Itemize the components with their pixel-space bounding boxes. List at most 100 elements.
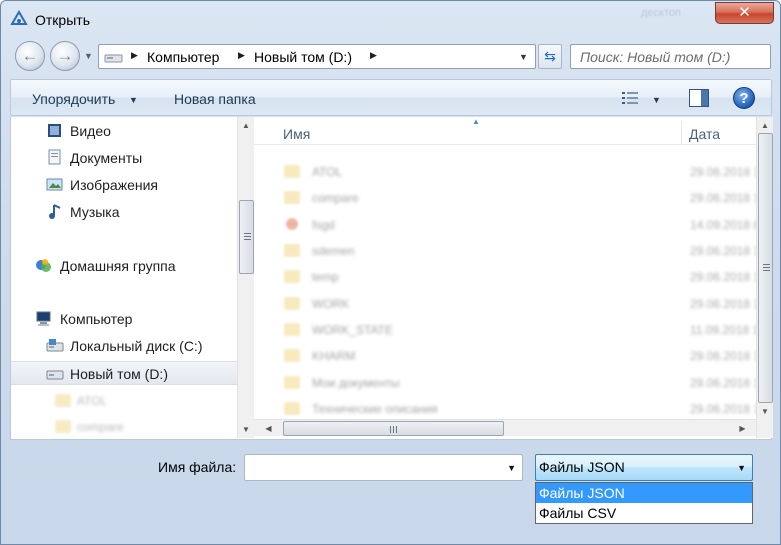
folder-icon <box>55 420 71 433</box>
recent-pages-dropdown-icon[interactable]: ▼ <box>84 51 93 61</box>
file-icon <box>286 218 298 230</box>
file-row[interactable]: fsgd 14.09.2018 8 <box>254 212 760 238</box>
background-window-title: десктоп <box>641 7 681 19</box>
window-title: Открыть <box>35 12 90 28</box>
nav-item-pictures[interactable]: Изображения <box>11 173 237 197</box>
computer-icon <box>104 54 123 63</box>
filename-label: Имя файла: <box>158 459 237 475</box>
search-input[interactable]: Поиск: Новый том (D:) <box>570 44 771 69</box>
nav-item-label: Компьютер <box>60 311 133 327</box>
folder-icon <box>284 191 300 204</box>
nav-item-label: Документы <box>70 150 143 166</box>
filetype-select[interactable]: Файлы JSON ▼ <box>535 454 753 481</box>
file-row[interactable]: ATOL 29.06.2018 1 <box>254 159 760 185</box>
file-name: Технические описания <box>312 402 438 416</box>
file-list-scrollbar[interactable]: ▲ ▼ <box>756 117 773 438</box>
nav-item-drive-d[interactable]: Новый том (D:) <box>11 361 237 385</box>
scrollbar-thumb[interactable] <box>283 421 504 436</box>
file-row[interactable]: compare 29.06.2018 1 <box>254 185 760 211</box>
column-divider[interactable] <box>681 121 682 145</box>
file-name: compare <box>312 191 359 205</box>
documents-library-icon <box>48 149 61 165</box>
column-name-header[interactable]: Имя <box>283 126 310 142</box>
folder-icon <box>284 402 300 415</box>
scroll-right-icon[interactable]: ▶ <box>734 420 751 437</box>
open-file-dialog: Открыть десктоп ✕ ← → ▼ ▶ Компьютер ▶ Но… <box>0 0 781 545</box>
horizontal-scrollbar[interactable]: ◀ ▶ <box>254 419 756 436</box>
scroll-left-icon[interactable]: ◀ <box>260 420 277 437</box>
file-date: 29.06.2018 1 <box>690 244 761 258</box>
refresh-button[interactable]: ⇆ <box>538 44 562 69</box>
nav-item-documents[interactable]: Документы <box>11 146 237 170</box>
scroll-up-icon[interactable]: ▲ <box>238 117 254 134</box>
file-row[interactable]: sdemen 29.06.2018 1 <box>254 238 760 264</box>
scroll-down-icon[interactable]: ▼ <box>238 421 254 438</box>
address-history-dropdown-icon[interactable]: ▼ <box>519 52 528 62</box>
command-bar: Упорядочить ▼ Новая папка ▼ ? <box>10 79 772 116</box>
filetype-dropdown-list: Файлы JSON Файлы CSV <box>535 482 753 524</box>
sort-ascending-icon: ▲ <box>472 117 480 126</box>
app-icon <box>10 10 28 25</box>
new-folder-button[interactable]: Новая папка <box>174 91 256 107</box>
file-name: ATOL <box>312 165 343 179</box>
file-row[interactable]: Мои документы 29.06.2018 1 <box>254 370 760 396</box>
column-date-header[interactable]: Дата <box>689 126 720 142</box>
back-button[interactable]: ← <box>15 41 45 71</box>
file-date: 29.06.2018 1 <box>690 297 761 311</box>
scrollbar-thumb[interactable] <box>758 133 773 403</box>
file-date: 29.06.2018 1 <box>690 402 761 416</box>
drive-icon <box>46 339 64 352</box>
arrow-right-icon: → <box>56 46 74 65</box>
view-options-dropdown-icon[interactable]: ▼ <box>652 95 661 105</box>
nav-item-video[interactable]: Видео <box>11 119 237 143</box>
file-date: 29.06.2018 1 <box>690 191 761 205</box>
filename-history-dropdown-icon[interactable]: ▼ <box>507 463 516 473</box>
close-button[interactable]: ✕ <box>715 2 774 24</box>
video-library-icon <box>48 124 61 137</box>
folder-icon <box>284 165 300 178</box>
column-header: Имя ▲ Дата <box>254 117 756 145</box>
file-row[interactable]: WORK_STATE 11.09.2018 1 <box>254 317 759 343</box>
nav-item-label: Музыка <box>70 204 120 220</box>
navigation-pane: Видео Документы Изображения Музыка Домаш… <box>11 117 237 440</box>
scroll-up-icon[interactable]: ▲ <box>757 117 773 134</box>
address-bar[interactable]: ▶ Компьютер ▶ Новый том (D:) ▶ ▼ <box>98 44 536 69</box>
forward-button[interactable]: → <box>50 41 80 71</box>
file-row[interactable]: WORK 29.06.2018 1 <box>254 291 760 317</box>
folder-icon <box>55 394 71 407</box>
breadcrumb-separator-icon[interactable]: ▶ <box>238 50 245 61</box>
folder-icon <box>284 270 300 283</box>
navigation-scrollbar[interactable]: ▲ ▼ <box>237 117 254 438</box>
scrollbar-thumb[interactable] <box>239 200 254 274</box>
breadcrumb-drive-d[interactable]: Новый том (D:) <box>254 49 352 65</box>
nav-item-music[interactable]: Музыка <box>11 200 237 224</box>
folder-icon <box>284 244 300 257</box>
scroll-down-icon[interactable]: ▼ <box>757 403 773 420</box>
nav-item-computer[interactable]: Компьютер <box>11 307 237 331</box>
help-icon[interactable]: ? <box>733 87 755 109</box>
nav-item-label: Локальный диск (C:) <box>70 338 203 354</box>
breadcrumb-separator-icon[interactable]: ▶ <box>370 50 377 61</box>
organize-button[interactable]: Упорядочить <box>32 91 115 107</box>
nav-item-homegroup[interactable]: Домашняя группа <box>11 254 237 278</box>
change-view-icon[interactable] <box>621 90 639 106</box>
organize-dropdown-icon[interactable]: ▼ <box>129 95 138 105</box>
preview-pane-icon[interactable] <box>689 89 709 107</box>
refresh-icon: ⇆ <box>544 48 556 64</box>
nav-item-label: Новый том (D:) <box>70 366 168 382</box>
arrow-left-icon: ← <box>21 46 39 65</box>
filename-combobox[interactable]: ▼ <box>244 454 523 481</box>
nav-item-drive-c[interactable]: Локальный диск (C:) <box>11 334 237 358</box>
title-bar[interactable]: Открыть десктоп ✕ <box>1 1 780 37</box>
filetype-option-json[interactable]: Файлы JSON <box>536 483 752 503</box>
file-row[interactable]: KHARM 29.06.2018 1 <box>254 343 760 369</box>
file-date: 29.06.2018 1 <box>690 376 761 390</box>
file-name: fsgd <box>312 218 335 232</box>
filetype-option-csv[interactable]: Файлы CSV <box>536 503 752 523</box>
file-row[interactable]: temp 29.06.2018 1 <box>254 264 760 290</box>
breadcrumb-separator-icon[interactable]: ▶ <box>131 50 138 61</box>
chevron-down-icon[interactable]: ▼ <box>737 463 746 473</box>
breadcrumb-computer[interactable]: Компьютер <box>147 49 219 65</box>
search-placeholder: Поиск: Новый том (D:) <box>580 49 731 65</box>
drive-icon <box>46 370 64 380</box>
